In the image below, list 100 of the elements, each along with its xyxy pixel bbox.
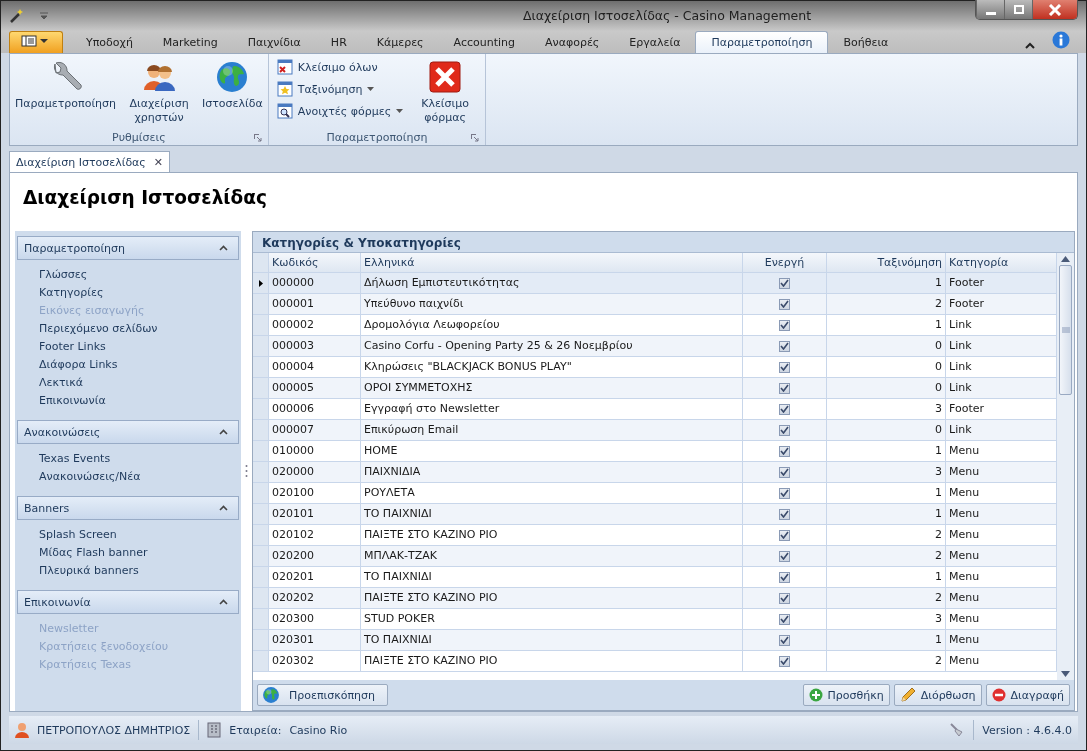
splitter-grip-icon[interactable] [245,464,248,478]
checkbox[interactable] [779,592,790,604]
action-button[interactable]: Προσθήκη [802,684,890,706]
nav-link[interactable]: Splash Screen [39,526,241,544]
checkbox[interactable] [779,487,790,499]
table-cell: 2 [827,546,946,567]
checkbox[interactable] [779,382,790,394]
group-header[interactable]: Επικοινωνία [17,590,239,614]
nav-link[interactable]: Texas Events [39,450,241,468]
nav-link[interactable]: Επικοινωνία [39,392,241,410]
nav-link[interactable]: Πλευρικά banners [39,562,241,580]
checkbox[interactable] [779,634,790,646]
group-header[interactable]: Banners [17,496,239,520]
checkbox[interactable] [779,571,790,583]
ribbon-button[interactable]: Ανοιχτές φόρμες [276,102,404,120]
checkbox[interactable] [779,550,790,562]
caret-icon [367,87,375,91]
table-cell: 2 [827,651,946,672]
nav-link[interactable]: Διάφορα Links [39,356,241,374]
ribbon-tab[interactable]: Marketing [147,32,233,53]
grip-icon [1061,327,1070,333]
action-button[interactable]: Προεπισκόπηση [257,684,388,706]
checkbox[interactable] [779,277,790,289]
checkbox[interactable] [779,466,790,478]
nav-link[interactable]: Λεκτικά [39,374,241,392]
table-cell: 020202 [269,588,361,609]
checkbox[interactable] [779,445,790,457]
nav-link[interactable]: Μίδας Flash banner [39,544,241,562]
group-header[interactable]: Παραμετροποίηση [17,236,239,260]
ribbon-tab[interactable]: Αναφορές [530,32,615,53]
nav-link[interactable]: Ανακοινώσεις/Νέα [39,468,241,486]
action-button[interactable]: Διόρθωση [893,684,982,706]
checkbox[interactable] [779,298,790,310]
checkbox[interactable] [779,613,790,625]
checkbox[interactable] [779,319,790,331]
checkbox[interactable] [779,403,790,415]
minimize-button[interactable] [976,0,1004,19]
info-icon[interactable] [1052,31,1070,49]
ribbon-button[interactable]: Ταξινόμηση [276,80,404,98]
ribbon-button[interactable]: Κλείσιμο φόρμας [409,58,482,129]
collapse-ribbon-icon[interactable] [1024,41,1036,49]
scroll-up-icon[interactable] [1061,256,1070,262]
ribbon-tab[interactable]: Παιχνίδια [232,32,316,53]
table-cell: 2 [827,588,946,609]
group-header[interactable]: Ανακοινώσεις [17,420,239,444]
table-cell: 020301 [269,630,361,651]
ribbon-tab[interactable]: HR [315,32,362,53]
document-tab[interactable]: Διαχείριση Ιστοσελίδας ✕ [9,151,171,172]
ribbon-tab[interactable]: Εργαλεία [614,32,696,53]
user-name: ΠΕΤΡΟΠΟΥΛΟΣ ΔΗΜΗΤΡΙΟΣ [37,723,191,737]
ribbon-tab[interactable]: Accounting [438,32,530,53]
table-cell: 2 [827,294,946,315]
ribbon-tab[interactable]: Κάμερες [361,32,439,53]
dialog-launcher-icon[interactable] [471,134,480,142]
checkbox[interactable] [779,529,790,541]
user-icon [15,722,29,738]
ribbon-button[interactable]: Παραμετροποίηση [14,58,118,129]
table-cell: 020302 [269,651,361,672]
checkbox[interactable] [779,655,790,667]
wand-icon[interactable] [9,8,25,24]
current-row-icon [258,279,263,287]
row-indicator[interactable] [253,273,269,294]
ribbon-button[interactable]: Κλείσιμο όλων [276,58,404,76]
table-cell: 000005 [269,378,361,399]
application-menu-button[interactable] [9,31,63,53]
checkbox[interactable] [779,340,790,352]
magnifier-window-icon [276,103,293,119]
scroll-down-icon[interactable] [1061,671,1070,677]
close-button[interactable] [1032,0,1077,19]
star-window-icon [276,81,293,97]
ribbon-tab[interactable]: Παραμετροποίηση [695,31,829,53]
checkbox[interactable] [779,424,790,436]
ribbon-tab[interactable]: Υποδοχή [71,32,148,53]
table-cell: 020200 [269,546,361,567]
table-cell: ΤΟ ΠΑΙΧΝΙΔΙ [361,504,743,525]
nav-link[interactable]: Περιεχόμενο σελίδων [39,320,241,338]
maximize-button[interactable] [1004,0,1032,19]
close-tab-button[interactable]: ✕ [153,155,164,169]
checkbox[interactable] [779,508,790,520]
checkbox[interactable] [779,361,790,373]
quick-access-menu-icon[interactable] [39,11,49,21]
table-cell: 0 [827,336,946,357]
table-cell: Υπεύθυνο παιχνίδι [361,294,743,315]
nav-link[interactable]: Footer Links [39,338,241,356]
ribbon-button[interactable]: Ιστοσελίδα [201,58,264,129]
ribbon-button[interactable]: Διαχείριση χρηστών [123,58,196,129]
window-title: Διαχείριση Ιστοσελίδας - Casino Management [521,7,813,25]
group-caption: Ρυθμίσεις [112,130,166,144]
ribbon-tab[interactable]: Βοήθεια [828,32,904,53]
menu-icon [21,34,51,47]
dialog-launcher-icon[interactable] [253,134,262,142]
action-button[interactable]: Διαγραφή [985,684,1070,706]
nav-link[interactable]: Κατηγορίες [39,284,241,302]
company-label: Εταιρεία: [229,723,282,737]
delete-icon [991,688,1006,702]
scrollbar[interactable] [1057,253,1074,680]
building-icon [207,722,222,738]
nav-link[interactable]: Γλώσσες [39,266,241,284]
table-cell: 1 [827,630,946,651]
maximize-icon [1011,4,1026,15]
